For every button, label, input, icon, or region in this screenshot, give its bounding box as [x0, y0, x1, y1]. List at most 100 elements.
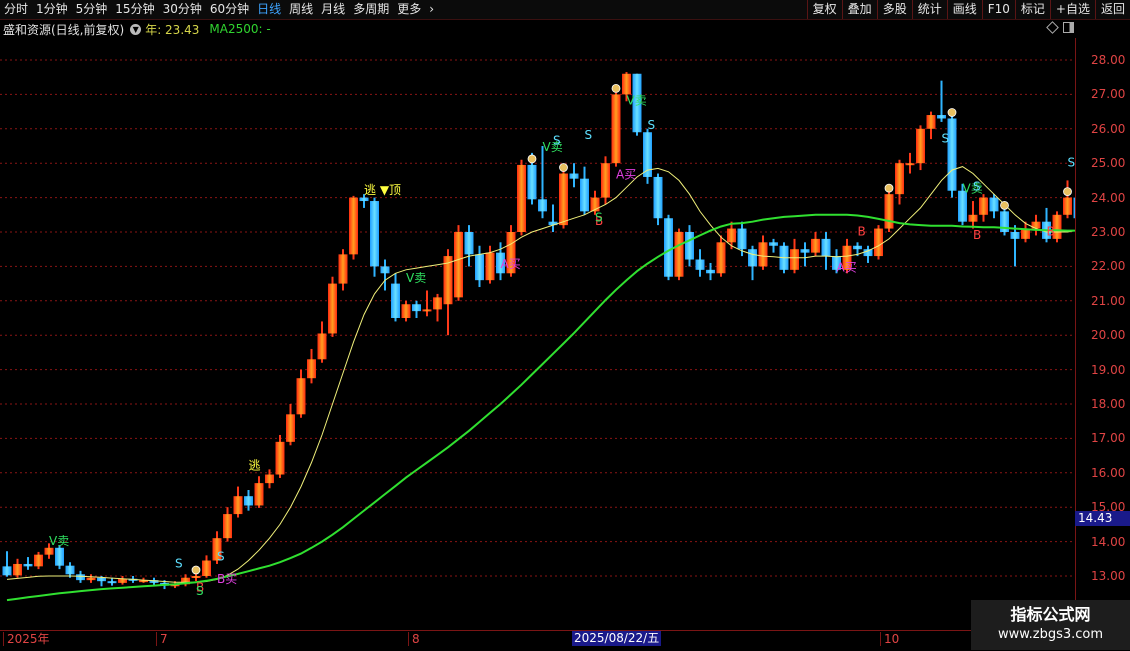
- candle-body: [968, 214, 978, 222]
- time-label: 7: [156, 632, 168, 646]
- candle-body: [86, 577, 96, 581]
- price-label: 14.00: [1091, 534, 1126, 549]
- time-label: 2025年: [3, 632, 50, 646]
- candle-body: [275, 441, 285, 475]
- watermark-name: 指标公式网: [1010, 605, 1091, 624]
- candle-body: [685, 232, 694, 260]
- money-bag-icon: [1000, 200, 1009, 210]
- signal-label: S: [1068, 156, 1076, 170]
- candle-body: [559, 173, 568, 226]
- candle-body: [391, 283, 400, 318]
- candle-body: [485, 252, 495, 281]
- price-label: 26.00: [1091, 121, 1126, 136]
- candle-body: [580, 178, 589, 212]
- candle-body: [527, 164, 537, 200]
- price-label: 13.00: [1091, 569, 1126, 583]
- price-label: 21.00: [1091, 293, 1126, 308]
- candle-body: [979, 197, 988, 215]
- candle-body: [34, 554, 43, 567]
- money-bag-icon: [884, 183, 894, 193]
- money-bag-icon: [191, 565, 201, 575]
- signal-label: A买: [837, 261, 857, 275]
- candle-body: [821, 238, 831, 257]
- signal-label: B: [858, 224, 866, 238]
- candle-body: [454, 232, 463, 298]
- candle-body: [233, 496, 243, 515]
- candle-body: [422, 309, 432, 312]
- price-label: 28.00: [1091, 53, 1126, 67]
- time-label: 10: [880, 632, 899, 646]
- signal-label: 逃 ▼顶: [364, 183, 401, 197]
- candle-body: [13, 563, 22, 576]
- ma-short-line: [6, 166, 1075, 583]
- signal-label: A买: [501, 257, 521, 271]
- watermark-url: www.zbgs3.com: [997, 627, 1104, 642]
- candle-body: [695, 259, 705, 270]
- money-bag-icon: [947, 108, 957, 117]
- candle-body: [706, 269, 715, 274]
- candle-body: [569, 173, 579, 179]
- candle-body: [1063, 197, 1072, 215]
- time-label: 8: [408, 632, 420, 646]
- candle-body: [296, 378, 306, 415]
- candle-body: [937, 115, 946, 119]
- price-label: 27.00: [1091, 87, 1126, 102]
- candlestick-chart[interactable]: V卖SBSSB买逃逃 ▼顶V卖A买V卖S SBSV卖A买SA买BSV卖SB BS: [0, 0, 1075, 630]
- signal-label: A买: [616, 168, 636, 182]
- candle-body: [401, 304, 411, 318]
- candle-body: [947, 118, 957, 191]
- candle-body: [254, 483, 264, 506]
- site-watermark: 指标公式网 www.zbgs3.com: [971, 600, 1130, 650]
- candle-body: [727, 228, 736, 243]
- candle-body: [55, 547, 64, 566]
- candle-body: [674, 232, 684, 277]
- price-label: 19.00: [1091, 362, 1126, 377]
- candle-body: [916, 128, 925, 164]
- candle-body: [433, 297, 442, 310]
- candle-body: [2, 566, 12, 576]
- candle-body: [23, 563, 33, 567]
- signal-label: V卖: [406, 271, 426, 285]
- candle-body: [97, 577, 106, 582]
- signal-label: S: [175, 556, 183, 570]
- signal-label: 逃: [249, 458, 261, 472]
- candle-body: [107, 581, 117, 584]
- candle-body: [349, 197, 358, 255]
- candle-body: [800, 249, 810, 253]
- money-bag-icon: [527, 154, 537, 164]
- signal-label: S: [196, 584, 204, 598]
- candle-body: [380, 266, 390, 274]
- candle-body: [1010, 232, 1020, 239]
- candle-body: [286, 414, 295, 442]
- candle-body: [317, 333, 327, 360]
- candle-body: [338, 254, 348, 284]
- candle-body: [853, 245, 862, 250]
- candle-body: [65, 565, 75, 575]
- price-label: 20.00: [1091, 328, 1126, 343]
- signal-label: V卖: [627, 94, 647, 108]
- candle-body: [716, 242, 726, 274]
- candle-body: [328, 283, 337, 334]
- candle-body: [622, 73, 631, 95]
- selected-date-tag: 2025/08/22/五: [572, 631, 662, 646]
- candle-body: [412, 304, 421, 312]
- signal-label: S: [942, 132, 950, 146]
- candle-body: [895, 163, 904, 195]
- candle-body: [202, 560, 211, 576]
- candle-body: [758, 242, 768, 267]
- price-label: 18.00: [1091, 397, 1126, 411]
- candle-body: [517, 164, 526, 232]
- candle-body: [748, 249, 757, 267]
- price-label: 16.00: [1091, 465, 1126, 480]
- signal-label: B: [1047, 224, 1055, 238]
- candle-body: [223, 514, 232, 539]
- candle-body: [863, 249, 873, 257]
- tool-button-8[interactable]: 返回: [1094, 0, 1130, 19]
- candle-body: [244, 496, 253, 506]
- money-bag-icon: [1063, 187, 1072, 197]
- signal-label: B买: [217, 572, 237, 586]
- signal-label: S: [553, 133, 561, 147]
- signal-label: S: [585, 128, 593, 142]
- candle-body: [475, 254, 484, 281]
- candle-body: [737, 228, 747, 250]
